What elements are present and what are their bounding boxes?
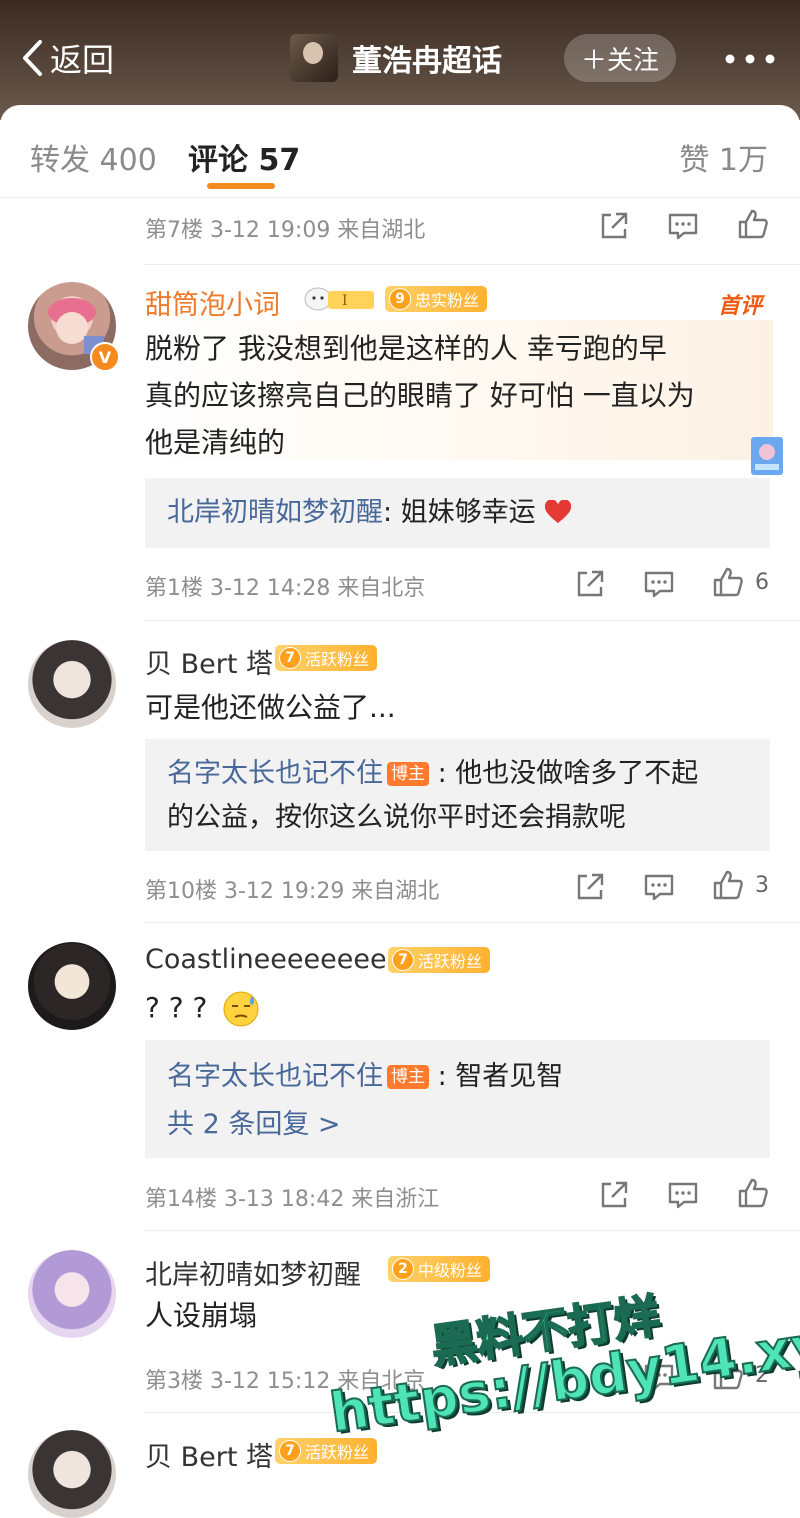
reply-username[interactable]: 名字太长也记不住 (167, 758, 383, 789)
divider (145, 264, 800, 265)
like-count: 6 (755, 570, 769, 595)
reply-lines: 名字太长也记不住 博主 : 智者见智 共 2 条回复 > (167, 1053, 563, 1149)
fan-level: 7 (279, 1440, 301, 1462)
author-badge: 博主 (387, 1065, 429, 1089)
comment-icon[interactable] (642, 1360, 676, 1394)
comment-meta: 第3楼 3-12 15:12 来自北京 (145, 1369, 426, 1394)
tab-likes[interactable]: 赞 1万 (679, 135, 768, 179)
sweat-emoji-icon (223, 991, 259, 1027)
tab-repost[interactable]: 转发 400 (30, 135, 157, 179)
avatar[interactable] (28, 942, 116, 1030)
like-icon[interactable] (711, 868, 745, 902)
reply-box[interactable]: 北岸初晴如梦初醒: 姐妹够幸运 (145, 478, 770, 548)
fan-label: 中级粉丝 (418, 1261, 483, 1280)
share-icon[interactable] (573, 870, 607, 904)
like-icon[interactable] (711, 565, 745, 599)
tab-active-indicator (207, 183, 275, 189)
comment-icon[interactable] (666, 209, 700, 243)
comment-meta: 第10楼 3-12 19:29 来自湖北 (145, 879, 440, 904)
divider (145, 922, 800, 923)
fan-level: 2 (392, 1258, 414, 1280)
avatar[interactable] (28, 1430, 116, 1518)
first-comment-tag: 首评 (718, 294, 763, 319)
comment-text: 人设崩塌 (145, 1299, 258, 1332)
username[interactable]: 北岸初晴如梦初醒 (145, 1253, 361, 1292)
chevron-left-icon (23, 40, 42, 76)
fan-label: 活跃粉丝 (305, 650, 370, 669)
fan-label: 忠实粉丝 (415, 291, 480, 310)
username[interactable]: 贝 Bert 塔 (145, 642, 273, 681)
more-replies-link[interactable]: 共 2 条回复 > (167, 1101, 563, 1149)
like-count: 3 (755, 873, 769, 898)
fan-badge: 7 活跃粉丝 (388, 947, 491, 973)
comment-line: 真的应该擦亮自己的眼睛了 好可怕 一直以为 (145, 379, 695, 412)
topic-title[interactable]: 董浩冉超话 (290, 34, 502, 82)
comment-text: ? ? ? (145, 991, 208, 1024)
comment-meta: 第1楼 3-12 14:28 来自北京 (145, 576, 426, 601)
comment-icon[interactable] (642, 870, 676, 904)
reply-text: : 他也没做啥多了不起 (429, 758, 699, 789)
reply-text: : 姐妹够幸运 (383, 497, 536, 528)
share-icon[interactable] (573, 567, 607, 601)
comment-text: 可是他还做公益了... (145, 691, 396, 724)
fan-level: 7 (392, 949, 414, 971)
topic-avatar (290, 34, 338, 82)
tab-bar: 转发 400 评论 57 赞 1万 (0, 105, 800, 198)
fan-badge: 7 活跃粉丝 (275, 1438, 378, 1464)
share-icon[interactable] (597, 1178, 631, 1212)
tab-comment[interactable]: 评论 57 (188, 135, 300, 179)
reply-line: 名字太长也记不住 博主 : 智者见智 (167, 1053, 563, 1101)
like-icon[interactable] (711, 1358, 745, 1392)
divider (145, 620, 800, 621)
reply-line: 名字太长也记不住 博主 : 他也没做啥多了不起 (167, 752, 698, 796)
avatar[interactable] (28, 1250, 116, 1338)
reply-lines: 名字太长也记不住 博主 : 他也没做啥多了不起 的公益，按你这么说你平时还会捐款呢 (167, 752, 698, 840)
svg-text:I: I (342, 293, 348, 309)
like-count: 2 (755, 1363, 769, 1388)
top-bar: 返回 董浩冉超话 ＋关注 (0, 0, 800, 120)
comment-meta: 第7楼 3-12 19:09 来自湖北 (145, 218, 426, 243)
divider (145, 1230, 800, 1231)
username[interactable]: 甜筒泡小词 (145, 283, 280, 322)
fan-label: 活跃粉丝 (305, 1443, 370, 1462)
back-button[interactable]: 返回 (20, 36, 114, 80)
topic-title-text: 董浩冉超话 (352, 44, 502, 79)
reply-box[interactable]: 名字太长也记不住 博主 : 他也没做啥多了不起 的公益，按你这么说你平时还会捐款呢 (145, 739, 770, 851)
reply-username[interactable]: 名字太长也记不住 (167, 1061, 383, 1092)
fan-badge: 7 活跃粉丝 (275, 645, 378, 671)
share-icon[interactable] (597, 209, 631, 243)
comment-meta: 第14楼 3-13 18:42 来自浙江 (145, 1187, 440, 1212)
username[interactable]: 贝 Bert 塔 (145, 1435, 273, 1474)
watermark-title: 黑料不打烊 (427, 1287, 664, 1374)
like-icon[interactable] (736, 207, 770, 241)
reply-line: 的公益，按你这么说你平时还会捐款呢 (167, 802, 626, 833)
like-icon[interactable] (736, 1176, 770, 1210)
reply-text: : 智者见智 (429, 1061, 564, 1092)
reply-line: 北岸初晴如梦初醒: 姐妹够幸运 (167, 491, 572, 535)
fan-level: 7 (279, 647, 301, 669)
avatar[interactable] (28, 640, 116, 728)
sticker-icon (751, 437, 783, 475)
back-label: 返回 (50, 41, 115, 79)
comment-text: 脱粉了 我没想到他是这样的人 幸亏跑的早 真的应该擦亮自己的眼睛了 好可怕 一直… (145, 325, 695, 466)
fan-label: 活跃粉丝 (418, 952, 483, 971)
comment-line: 脱粉了 我没想到他是这样的人 幸亏跑的早 (145, 332, 667, 365)
comment-icon[interactable] (642, 567, 676, 601)
heart-icon (545, 499, 572, 523)
follow-button[interactable]: ＋关注 (564, 34, 676, 82)
divider (145, 1412, 800, 1413)
fan-badge: 9 忠实粉丝 (385, 286, 488, 312)
more-icon[interactable] (722, 44, 778, 74)
fan-badge: 2 中级粉丝 (388, 1256, 491, 1282)
author-badge: 博主 (387, 762, 429, 786)
username[interactable]: Coastlineeeeeeee (145, 944, 387, 975)
verified-badge-icon: V (90, 342, 120, 372)
fan-level: 9 (389, 288, 411, 310)
comment-icon[interactable] (666, 1178, 700, 1212)
reply-box[interactable]: 名字太长也记不住 博主 : 智者见智 共 2 条回复 > (145, 1040, 770, 1158)
vip-badge-icon: I (304, 287, 374, 311)
reply-username[interactable]: 北岸初晴如梦初醒 (167, 497, 383, 528)
comment-line: 他是清纯的 (145, 426, 286, 459)
